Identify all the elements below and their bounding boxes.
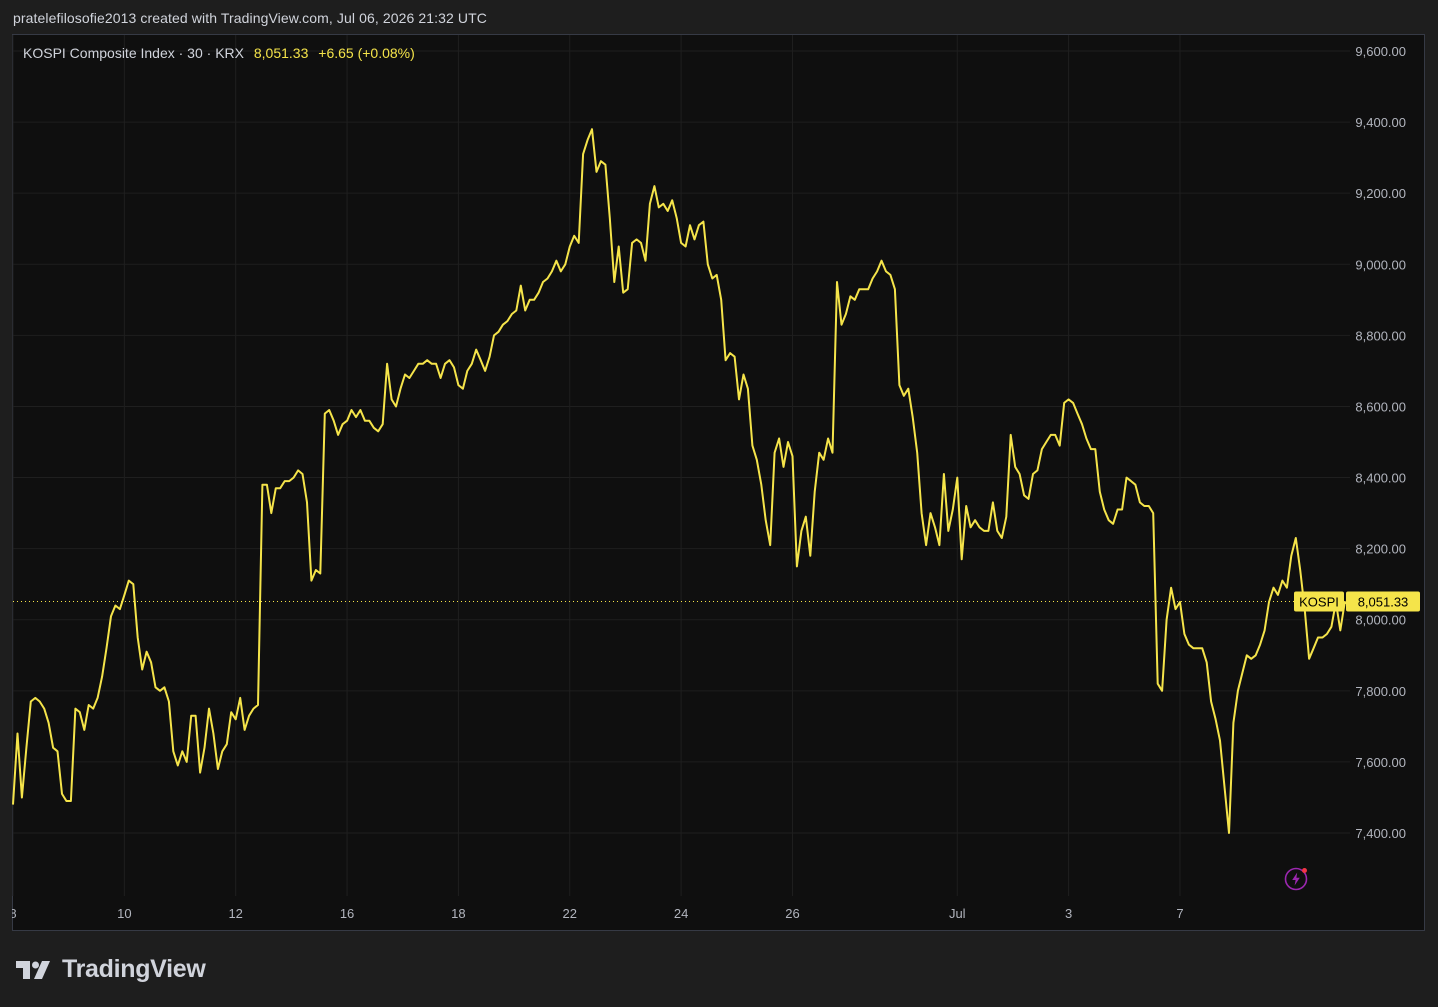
time-tick-label: 3 [1065,906,1072,921]
price-tick-label: 8,000.00 [1355,613,1406,628]
lightning-icon[interactable] [1284,867,1308,891]
legend-last-price: 8,051.33 [253,45,309,61]
legend-change: +6.65 (+0.08%) [318,45,415,61]
chart-caption: pratelefilosofie2013 created with Tradin… [13,10,487,26]
symbol-legend: KOSPI Composite Index · 30 · KRX 8,051.3… [23,45,415,61]
time-axis[interactable]: 8 10 12 16 18 22 24 26 Jul 3 7 [12,906,1184,921]
time-tick-label: 8 [12,906,17,921]
time-tick-label: 26 [785,906,799,921]
footer-brand[interactable]: TradingView [16,955,206,984]
price-tick-label: 8,200.00 [1355,542,1406,557]
price-tick-label: 9,200.00 [1355,186,1406,201]
price-tick-label: 7,400.00 [1355,826,1406,841]
time-tick-label: Jul [949,906,966,921]
price-tick-label: 9,600.00 [1355,44,1406,59]
price-chart[interactable]: 9,600.00 9,400.00 9,200.00 9,000.00 8,800.00… [12,34,1425,931]
last-price-value: 8,051.33 [1358,594,1409,609]
time-tick-label: 22 [563,906,577,921]
price-tick-label: 8,600.00 [1355,399,1406,414]
last-price-badge: KOSPI 8,051.33 [1294,591,1420,612]
price-axis[interactable]: 9,600.00 9,400.00 9,200.00 9,000.00 8,800.00… [1355,44,1406,841]
series-line-kospi [12,128,1359,834]
time-tick-label: 7 [1176,906,1183,921]
time-tick-label: 18 [451,906,465,921]
brand-wordmark: TradingView [62,955,206,983]
last-price-ticker: KOSPI [1299,594,1339,609]
grid-lines [12,35,1350,896]
price-tick-label: 9,000.00 [1355,257,1406,272]
price-tick-label: 8,400.00 [1355,471,1406,486]
legend-symbol[interactable]: KOSPI Composite Index · 30 · KRX [23,45,244,61]
time-tick-label: 10 [117,906,131,921]
time-tick-label: 16 [340,906,354,921]
price-tick-label: 9,400.00 [1355,115,1406,130]
price-tick-label: 7,600.00 [1355,755,1406,770]
time-tick-label: 24 [674,906,688,921]
price-tick-label: 8,800.00 [1355,328,1406,343]
price-tick-label: 7,800.00 [1355,684,1406,699]
tradingview-logo-icon [16,960,50,979]
time-tick-label: 12 [228,906,242,921]
